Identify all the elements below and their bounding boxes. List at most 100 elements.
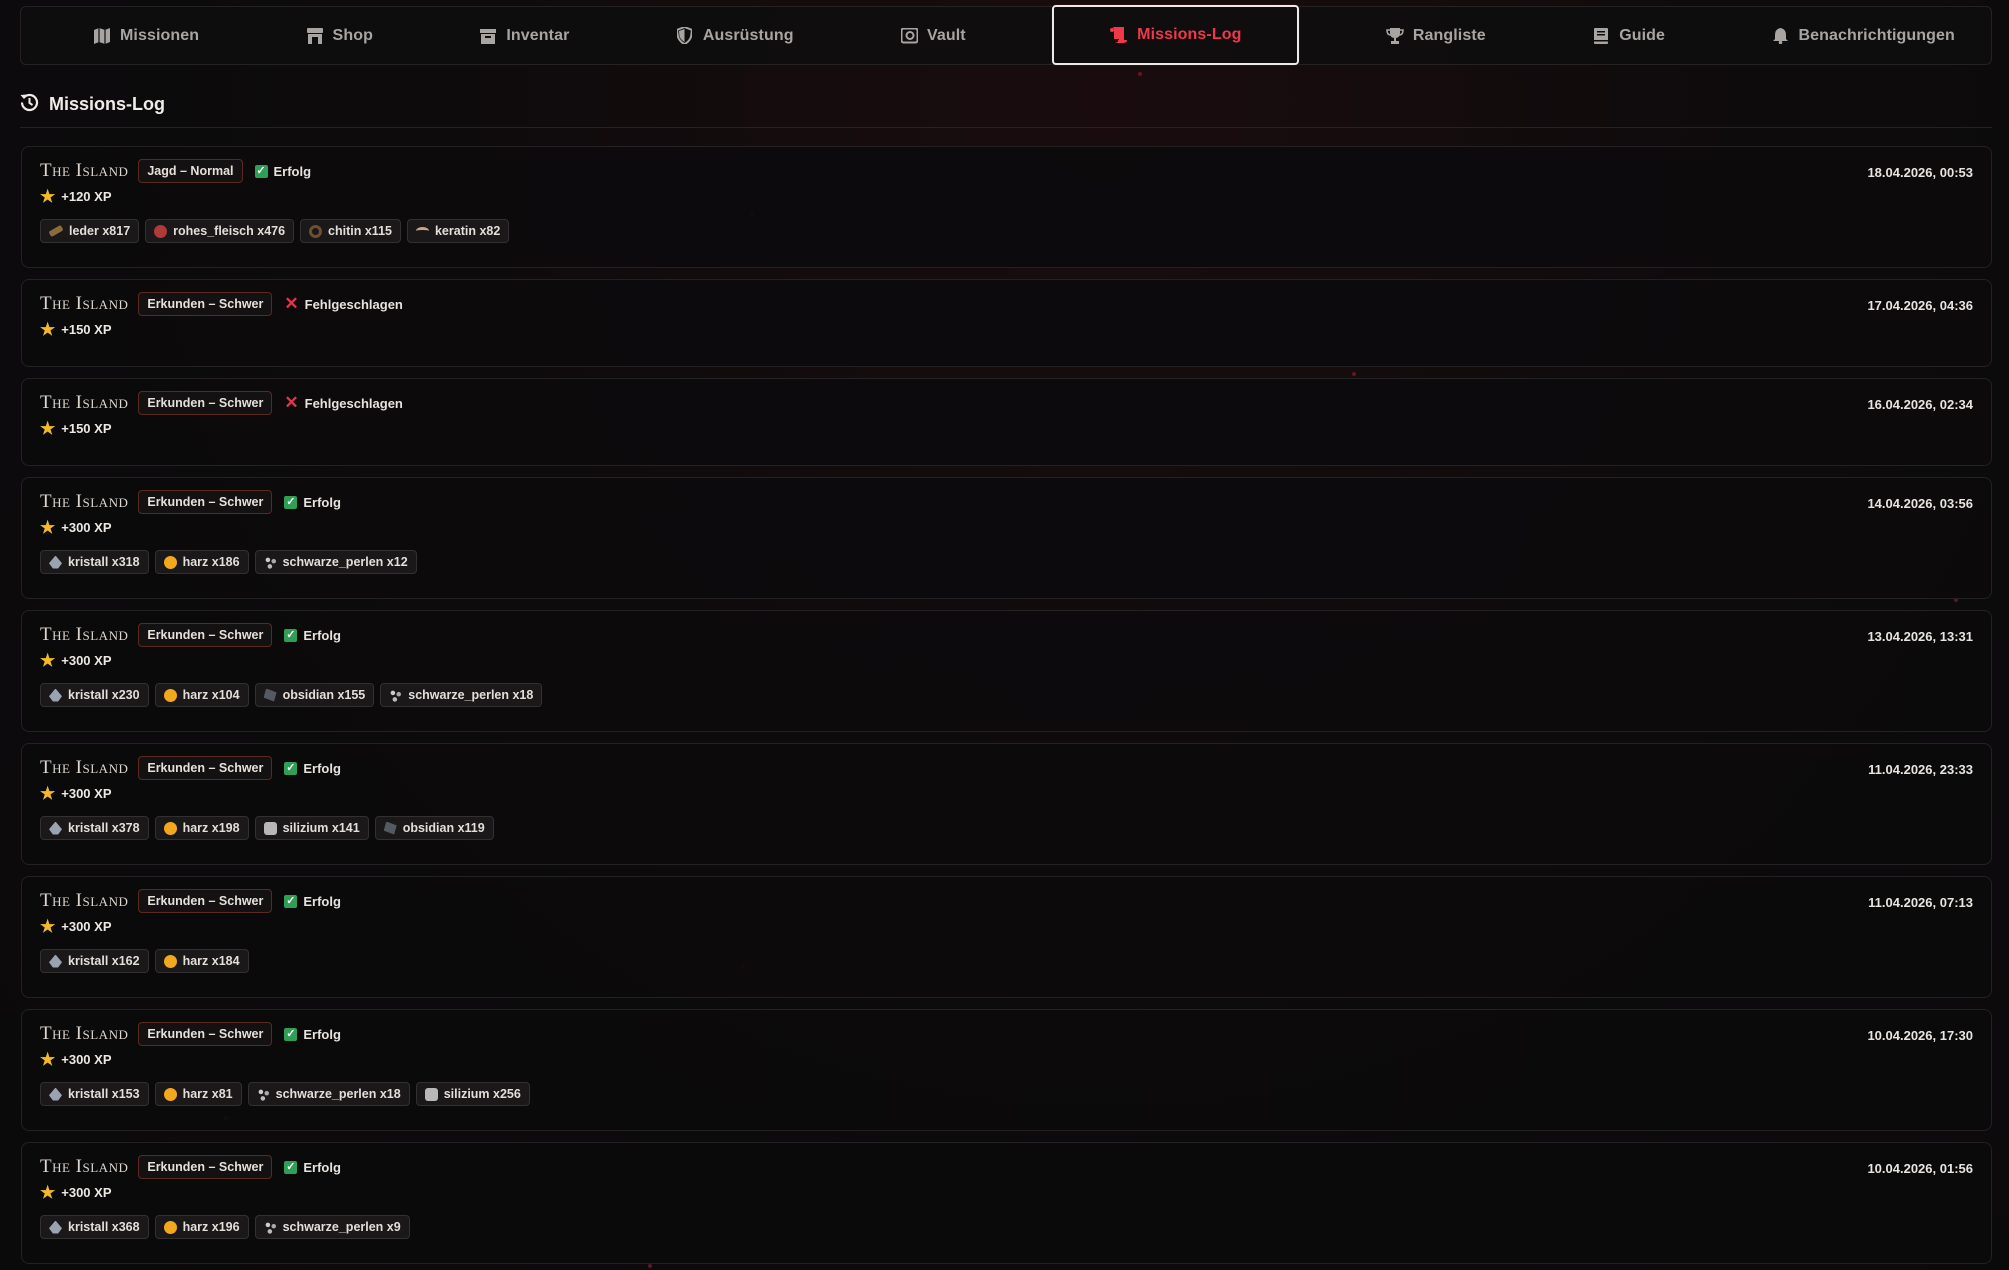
star-icon: ★ (40, 517, 56, 537)
mode-badge: Erkunden – Schwer (138, 1022, 273, 1046)
xp-label: +300 XP (61, 520, 112, 535)
harz-icon (163, 1220, 177, 1234)
resource-chip: harz x198 (154, 816, 249, 840)
resource-chip: silizium x141 (254, 816, 369, 840)
resource-chip: rohes_fleisch x476 (145, 219, 295, 243)
status-label: Erfolg (273, 163, 312, 179)
resource-chip: kristall x153 (40, 1082, 149, 1106)
keratin-icon (415, 227, 429, 235)
status-label: Erfolg (303, 627, 341, 643)
tab-vault[interactable]: Vault (880, 6, 986, 65)
log-entry: The Island Erkunden – Schwer ✓ Erfolg 14.04.… (21, 477, 1992, 599)
star-icon: ★ (40, 319, 56, 339)
tab-missionen[interactable]: Missionen (73, 6, 219, 65)
map-name: The Island (40, 1023, 129, 1044)
xp-reward: ★ +300 XP (40, 1182, 112, 1202)
resource-chip: chitin x115 (300, 219, 401, 243)
resource-list: kristall x153 harz x81 schwarze_perlen x18… (40, 1082, 530, 1106)
history-icon (20, 93, 39, 117)
log-entry: The Island Jagd – Normal ✓ Erfolg 18.04.2026… (21, 146, 1992, 268)
status-label: Erfolg (303, 494, 341, 510)
xp-label: +300 XP (61, 786, 112, 801)
map-icon (93, 27, 111, 45)
log-entry: The Island Erkunden – Schwer ✕ Fehlgeschlag… (21, 279, 1992, 367)
status-badge: ✓ Erfolg (284, 628, 341, 643)
log-entry: The Island Erkunden – Schwer ✓ Erfolg 11.04.… (21, 743, 1992, 865)
archive-icon (479, 27, 497, 45)
status-badge: ✕ Fehlgeschlagen (284, 295, 403, 312)
timestamp: 16.04.2026, 02:34 (1867, 397, 1973, 412)
resource-chip: schwarze_perlen x9 (254, 1215, 410, 1239)
resource-chip: kristall x318 (40, 550, 149, 574)
resource-label: obsidian x155 (282, 688, 366, 702)
resource-label: keratin x82 (434, 224, 501, 238)
resource-chip: kristall x378 (40, 816, 149, 840)
star-icon: ★ (40, 1182, 56, 1202)
store-icon (306, 27, 324, 45)
resource-label: kristall x230 (68, 688, 140, 702)
harz-icon (163, 954, 177, 968)
resource-label: schwarze_perlen x12 (282, 555, 408, 569)
status-label: Erfolg (303, 893, 341, 909)
tab-guide[interactable]: Guide (1572, 6, 1685, 65)
silizium-icon (424, 1087, 438, 1101)
obsidian-icon (263, 688, 277, 702)
xp-label: +300 XP (61, 1185, 112, 1200)
resource-chip: kristall x230 (40, 683, 149, 707)
map-name: The Island (40, 293, 129, 314)
resource-chip: kristall x162 (40, 949, 149, 973)
xp-label: +150 XP (61, 421, 112, 436)
resource-label: kristall x368 (68, 1220, 140, 1234)
mode-badge: Erkunden – Schwer (138, 292, 273, 316)
xp-reward: ★ +120 XP (40, 186, 112, 206)
resource-chip: schwarze_perlen x12 (254, 550, 417, 574)
silizium-icon (263, 821, 277, 835)
tab-label: Shop (332, 26, 373, 44)
map-name: The Island (40, 160, 129, 181)
xp-label: +300 XP (61, 919, 112, 934)
resource-list: leder x817 rohes_fleisch x476 chitin x115 k… (40, 219, 510, 243)
trophy-icon (1386, 27, 1404, 45)
status-badge: ✓ Erfolg (284, 1027, 341, 1042)
star-icon: ★ (40, 1049, 56, 1069)
xp-reward: ★ +150 XP (40, 319, 112, 339)
tab-missions-log[interactable]: Missions-Log (1052, 5, 1300, 65)
resource-chip: harz x184 (154, 949, 249, 973)
tab-inventar[interactable]: Inventar (459, 6, 589, 65)
leder-icon (48, 224, 64, 238)
tab-rangliste[interactable]: Rangliste (1366, 6, 1506, 65)
perlen-icon (256, 1087, 270, 1101)
tab-benachrichtigungen[interactable]: Benachrichtigungen (1751, 6, 1974, 65)
status-label: Fehlgeschlagen (304, 395, 403, 411)
scroll-icon (1110, 26, 1128, 44)
section-header: Missions-Log (20, 92, 1992, 128)
xp-label: +120 XP (61, 189, 112, 204)
status-badge: ✓ Erfolg (254, 163, 312, 179)
status-badge: ✓ Erfolg (284, 894, 341, 909)
resource-label: leder x817 (69, 224, 131, 238)
kristall-icon (49, 1220, 62, 1234)
resource-label: schwarze_perlen x18 (408, 688, 534, 702)
tab-label: Missions-Log (1137, 26, 1242, 43)
xp-reward: ★ +150 XP (40, 420, 112, 437)
map-name: The Island (40, 1156, 129, 1177)
resource-chip: harz x81 (154, 1082, 242, 1106)
resource-label: obsidian x119 (402, 821, 485, 835)
book-icon (1592, 27, 1610, 45)
status-label: Erfolg (303, 1159, 341, 1175)
status-badge: ✓ Erfolg (284, 761, 341, 776)
tab-ausruestung[interactable]: Ausrüstung (656, 6, 814, 65)
obsidian-icon (383, 821, 397, 835)
resource-label: harz x184 (182, 954, 240, 968)
tab-shop[interactable]: Shop (286, 6, 393, 65)
check-icon: ✓ (284, 894, 298, 908)
kristall-icon (49, 954, 62, 968)
resource-label: kristall x153 (68, 1087, 140, 1101)
star-icon: ★ (40, 916, 56, 936)
shield-icon (676, 27, 694, 45)
resource-list: kristall x162 harz x184 (40, 949, 249, 973)
resource-label: harz x198 (182, 821, 240, 835)
check-icon: ✓ (284, 1160, 298, 1174)
star-icon: ★ (40, 186, 56, 206)
log-entry: The Island Erkunden – Schwer ✓ Erfolg 11.04.… (21, 876, 1992, 998)
